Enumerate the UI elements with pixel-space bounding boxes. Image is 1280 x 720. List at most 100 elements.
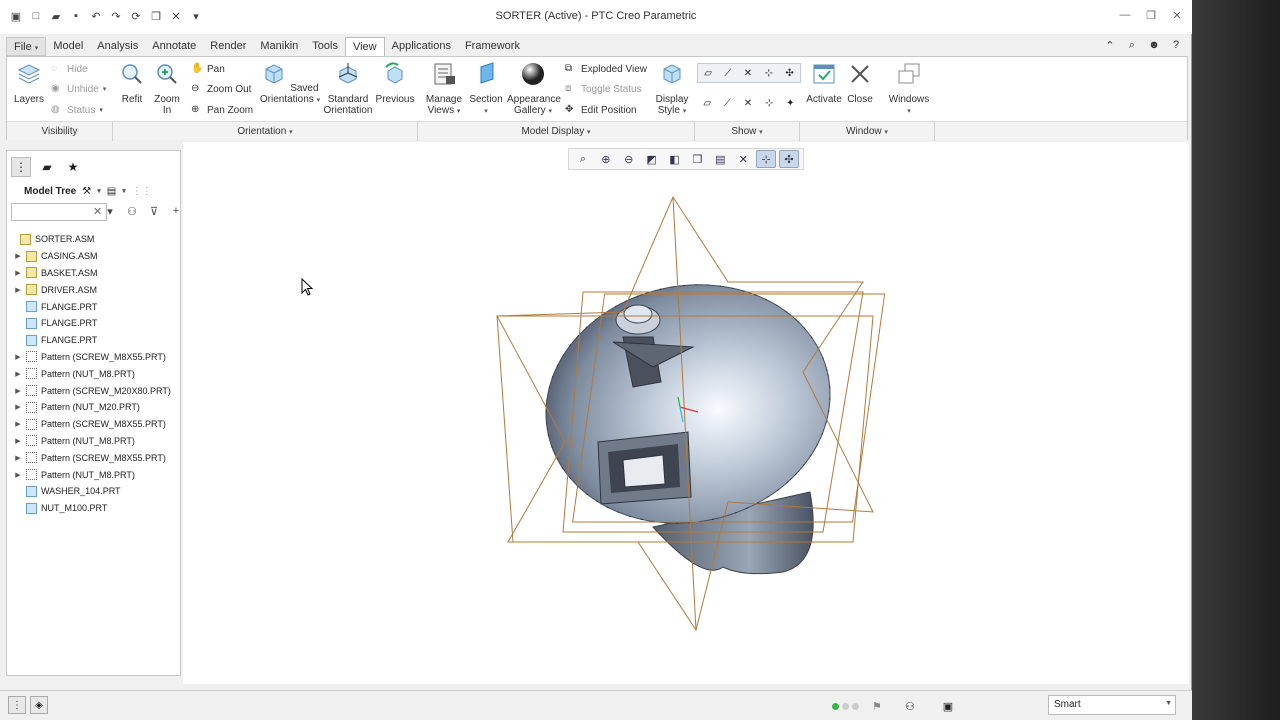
hide-button[interactable]: ◌ Hide [51,61,88,77]
graphics-window[interactable] [183,142,1189,684]
selection-list-icon[interactable]: ▣ [936,696,960,716]
find-icon[interactable]: ⚇ [125,204,139,218]
expand-arrow-icon[interactable]: ▶ [13,454,23,462]
expand-arrow-icon[interactable]: ▶ [13,437,23,445]
expand-arrow-icon[interactable]: ▶ [13,471,23,479]
view-manager-icon[interactable]: ▤ [710,150,730,168]
search-dropdown-icon[interactable]: ▾ [103,204,117,218]
activate-button[interactable]: Activate [805,59,843,105]
add-icon[interactable]: + [169,204,183,218]
plane-display-icon[interactable]: ▱ [704,68,712,79]
previous-button[interactable]: Previous [375,59,415,105]
tree-item-flange-prt[interactable]: FLANGE.PRT [7,332,180,349]
csys-display-icon[interactable]: ⊹ [765,68,773,79]
pan-button[interactable]: ✋ Pan [191,61,225,77]
appearance-gallery-button[interactable]: Appearance Gallery ▾ [507,59,561,117]
columns-icon[interactable]: ⋮⋮ [132,186,152,197]
model-tree-tab-icon[interactable]: ⋮ [11,157,31,177]
expand-arrow-icon[interactable]: ▶ [13,252,23,260]
saved-orientations-icon[interactable]: ❒ [687,150,707,168]
group-model-display[interactable]: Model Display ▾ [418,126,694,137]
zoom-in-icon[interactable]: ⊕ [596,150,616,168]
repaint-icon[interactable]: ◩ [642,150,662,168]
toggle-browser-icon[interactable]: ◈ [30,696,48,714]
zoom-out-button[interactable]: ⊖ Zoom Out [191,81,251,97]
search-icon[interactable]: ⌕ [1125,38,1139,52]
display-style-icon[interactable]: ◧ [665,150,685,168]
tree-item-pattern[interactable]: ▶ Pattern (NUT_M8.PRT) [7,433,180,450]
layers-button[interactable]: Layers [11,59,47,105]
section-button[interactable]: Section ▾ [467,59,505,117]
settings-icon[interactable]: ⚒ [82,186,91,197]
tree-item-pattern[interactable]: ▶ Pattern (NUT_M8.PRT) [7,466,180,483]
tab-tools[interactable]: Tools [305,37,345,56]
status-button[interactable]: ◍ Status ▾ [51,102,103,118]
tab-model[interactable]: Model [46,37,90,56]
windows-button[interactable]: Windows ▾ [887,59,931,117]
refit-button[interactable]: Refit [117,59,147,105]
find-icon[interactable]: ⚇ [898,696,922,716]
pan-zoom-button[interactable]: ⊕ Pan Zoom [191,102,253,118]
community-icon[interactable]: ☻ [1147,38,1161,52]
point-tag-icon[interactable]: ✕ [744,98,752,109]
tab-annotate[interactable]: Annotate [145,37,203,56]
show-icon[interactable]: ▤ [107,186,116,197]
expand-arrow-icon[interactable]: ▶ [13,353,23,361]
expand-arrow-icon[interactable]: ▶ [13,420,23,428]
tree-item-pattern[interactable]: ▶ Pattern (NUT_M20.PRT) [7,399,180,416]
tab-render[interactable]: Render [203,37,253,56]
refit-icon[interactable]: ⌕ [573,150,593,168]
datum-display-filters-icon[interactable]: ✕ [733,150,753,168]
favorites-tab-icon[interactable]: ★ [63,157,83,177]
plane-tag-icon[interactable]: ▱ [703,98,711,109]
tree-item-driver-asm[interactable]: ▶ DRIVER.ASM [7,281,180,298]
tree-item-pattern[interactable]: ▶ Pattern (NUT_M8.PRT) [7,365,180,382]
tree-item-pattern[interactable]: ▶ Pattern (SCREW_M8X55.PRT) [7,416,180,433]
saved-orientations-button[interactable]: Saved Orientations ▾ [259,59,321,106]
clear-search-icon[interactable]: ✕ [93,205,102,218]
minimize-ribbon-icon[interactable]: ⌃ [1103,38,1117,52]
tree-item-pattern[interactable]: ▶ Pattern (SCREW_M20X80.PRT) [7,382,180,399]
close-button[interactable]: Close [845,59,875,105]
point-display-icon[interactable]: ✕ [744,68,752,79]
tab-framework[interactable]: Framework [458,37,527,56]
zoom-out-icon[interactable]: ⊖ [619,150,639,168]
flag-icon[interactable]: ⚑ [872,700,882,713]
expand-arrow-icon[interactable]: ▶ [13,387,23,395]
maximize-icon[interactable]: ❐ [1144,8,1158,22]
tree-item-sorter-asm[interactable]: SORTER.ASM [7,231,180,248]
tree-item-pattern[interactable]: ▶ Pattern (SCREW_M8X55.PRT) [7,349,180,366]
close-icon[interactable]: ✕ [1170,8,1184,22]
tree-item-basket-asm[interactable]: ▶ BASKET.ASM [7,265,180,282]
expand-arrow-icon[interactable]: ▶ [13,286,23,294]
tab-view[interactable]: View [344,37,385,56]
exploded-view-button[interactable]: ⧉ Exploded View [565,61,647,77]
tree-item-washer-prt[interactable]: WASHER_104.PRT [7,483,180,500]
spin-center-icon[interactable]: ✣ [785,68,793,79]
group-orientation[interactable]: Orientation ▾ [113,126,417,137]
annotation-display-icon[interactable]: ✦ [786,98,794,109]
minimize-icon[interactable]: — [1118,8,1132,22]
tab-analysis[interactable]: Analysis [90,37,145,56]
folder-browser-tab-icon[interactable]: ▰ [37,157,57,177]
tab-file[interactable]: File ▾ [6,37,47,56]
tab-manikin[interactable]: Manikin [253,37,305,56]
spin-center-icon[interactable]: ⊹ [756,150,777,168]
annotation-display-icon[interactable]: ✣ [779,150,799,168]
manage-views-button[interactable]: Manage Views ▾ [423,59,465,117]
display-style-button[interactable]: Display Style ▾ [653,59,691,117]
zoom-in-button[interactable]: Zoom In [149,59,185,116]
expand-arrow-icon[interactable]: ▶ [13,269,23,277]
axis-display-icon[interactable]: ⟋ [724,68,731,79]
group-window[interactable]: Window ▾ [800,126,934,137]
tab-applications[interactable]: Applications [385,37,458,56]
tree-item-casing-asm[interactable]: ▶ CASING.ASM [7,248,180,265]
expand-arrow-icon[interactable]: ▶ [13,370,23,378]
toggle-navigator-icon[interactable]: ⋮ [8,696,26,714]
tree-item-flange-prt[interactable]: FLANGE.PRT [7,315,180,332]
axis-tag-icon[interactable]: ⟋ [724,98,731,109]
tree-item-nut-prt[interactable]: NUT_M100.PRT [7,500,180,517]
tree-item-flange-prt[interactable]: FLANGE.PRT [7,298,180,315]
model-3d-view[interactable] [183,142,1189,684]
toggle-status-button[interactable]: ⧈ Toggle Status [565,81,642,97]
